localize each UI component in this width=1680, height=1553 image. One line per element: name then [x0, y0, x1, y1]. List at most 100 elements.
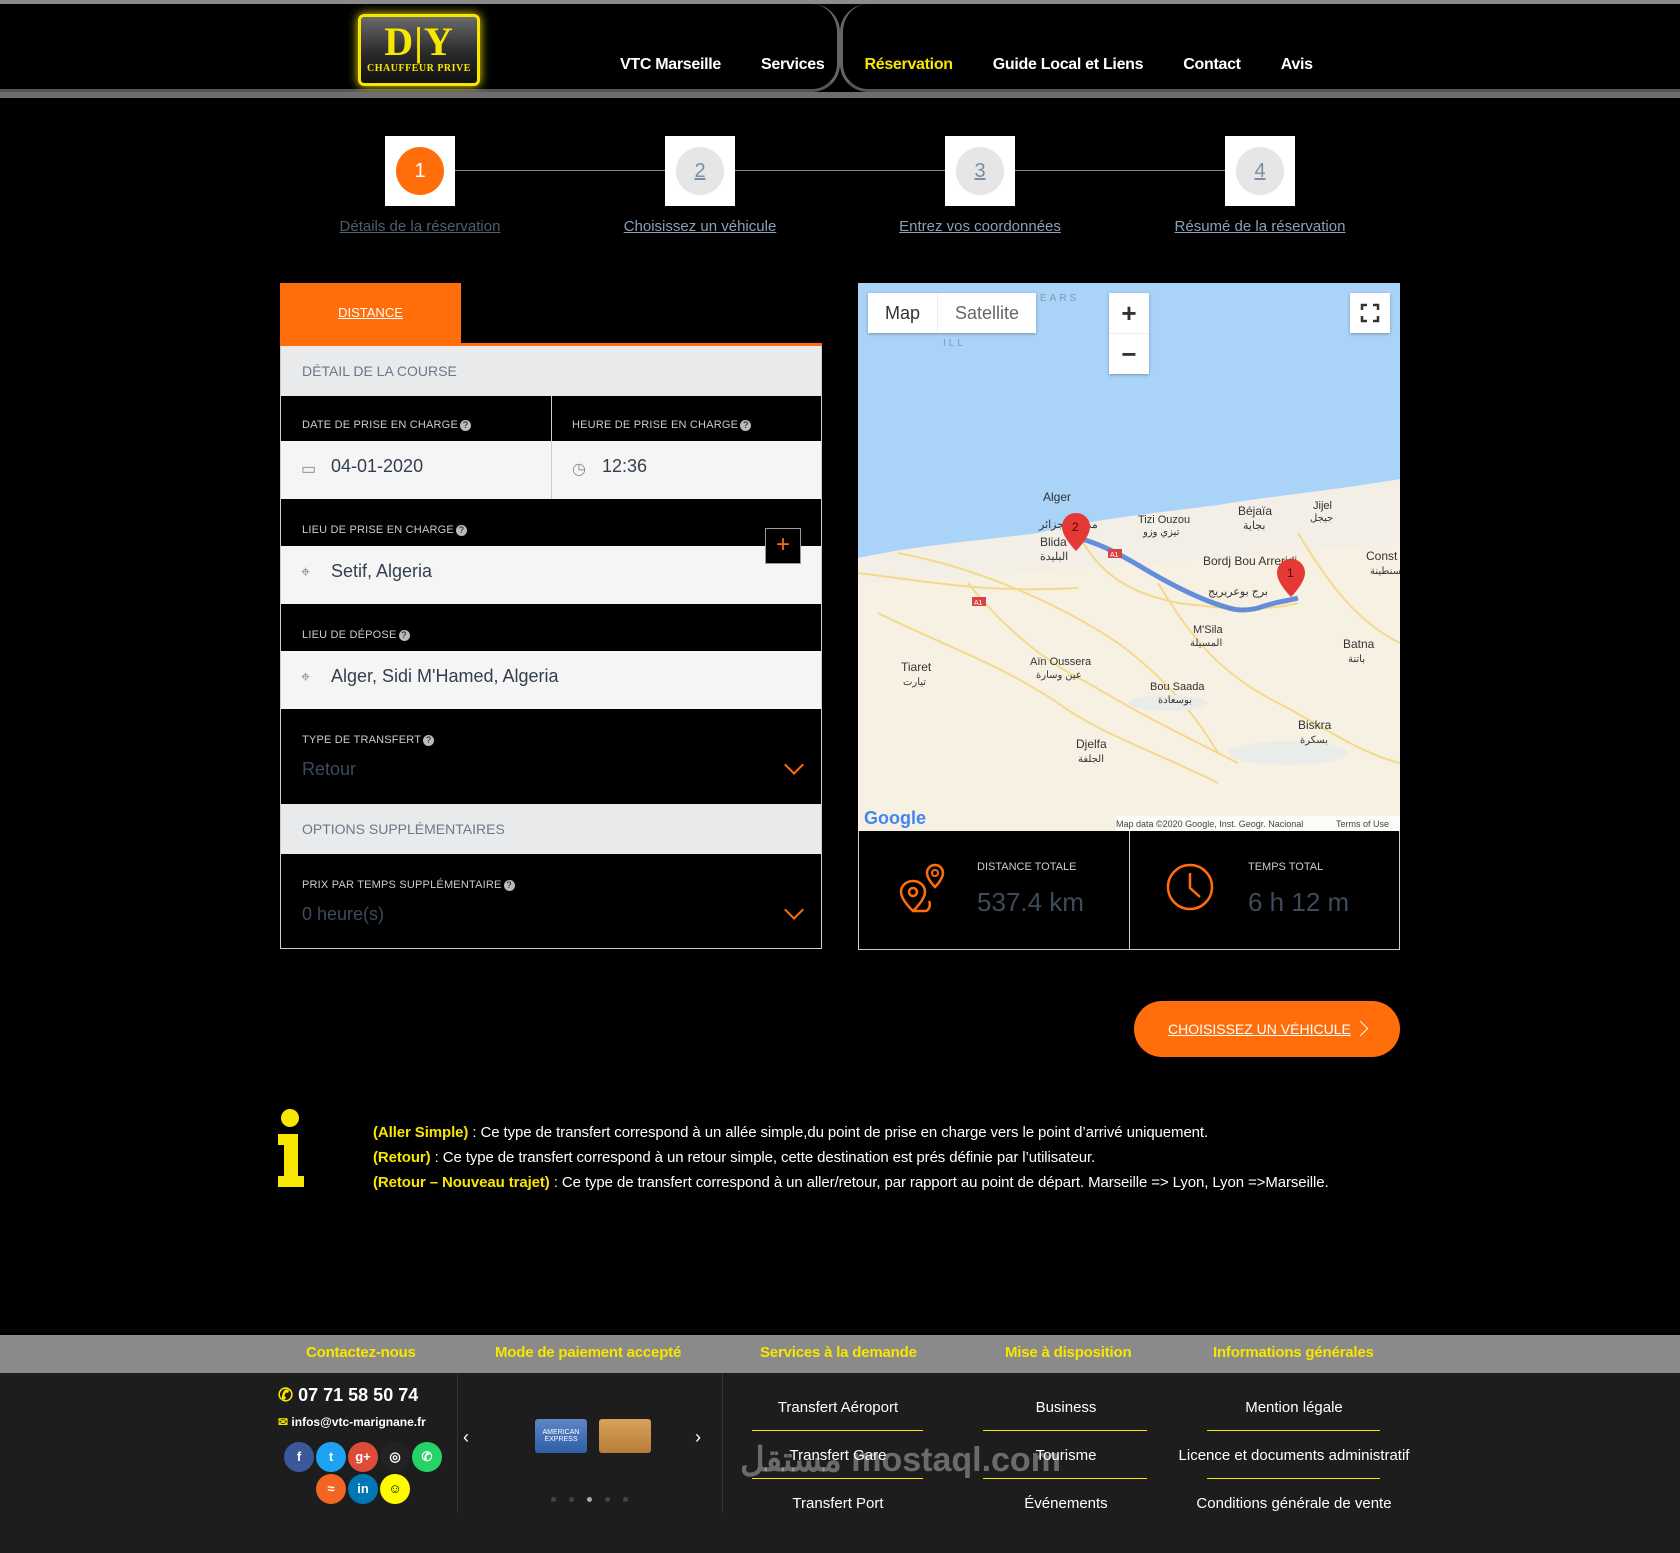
chevron-down-icon[interactable]: [784, 900, 804, 920]
linkedin-icon[interactable]: in: [348, 1474, 378, 1504]
step-label[interactable]: Choisissez un véhicule: [600, 218, 800, 235]
menu-services[interactable]: Services: [761, 56, 825, 74]
steps-connector: [420, 170, 1260, 171]
link-transfert-port[interactable]: Transfert Port: [753, 1495, 923, 1512]
snapchat-icon[interactable]: ☺: [380, 1474, 410, 1504]
map-city-label: Batna: [1343, 637, 1375, 651]
help-icon[interactable]: ?: [398, 630, 410, 641]
route-map[interactable]: Alger مدينة الجزائر Blida البليدة Tizi O…: [858, 283, 1400, 831]
footer-heading-services: Services à la demande: [760, 1344, 917, 1361]
carousel-dot[interactable]: [623, 1497, 628, 1502]
map-city-label: Biskra: [1298, 718, 1332, 732]
link-licence[interactable]: Licence et documents administratif: [1154, 1447, 1434, 1464]
link-mention-legale[interactable]: Mention légale: [1154, 1399, 1434, 1416]
zoom-in-button[interactable]: +: [1109, 293, 1149, 333]
step-number: 4: [1236, 147, 1284, 195]
step-1[interactable]: 1 Détails de la réservation: [320, 136, 520, 235]
map-city-label: Bou Saada: [1150, 681, 1205, 693]
time-label: HEURE DE PRISE EN CHARGE?: [572, 419, 752, 431]
menu-vtc-marseille[interactable]: VTC Marseille: [620, 56, 721, 74]
map-city-label: M'Sila: [1193, 624, 1223, 636]
tab-distance[interactable]: DISTANCE: [280, 283, 461, 343]
watermark: مستقل mostaql.com: [740, 1441, 1061, 1479]
time-value: 12:36: [602, 456, 648, 476]
step-box: 4: [1225, 136, 1295, 206]
section-options-heading: OPTIONS SUPPLÉMENTAIRES: [281, 804, 821, 854]
step-2[interactable]: 2 Choisissez un véhicule: [600, 136, 800, 235]
dropoff-value: Alger, Sidi M'Hamed, Algeria: [331, 666, 559, 686]
map-city-label: Const: [1366, 549, 1398, 563]
carousel-next-icon[interactable]: ›: [695, 1427, 701, 1448]
carousel-dot[interactable]: [569, 1497, 574, 1502]
info-line: (Retour) : Ce type de transfert correspo…: [373, 1145, 1329, 1170]
link-transfert-aeroport[interactable]: Transfert Aéroport: [753, 1399, 923, 1416]
transfer-select[interactable]: Retour: [302, 759, 356, 780]
extra-time-select[interactable]: 0 heure(s): [302, 904, 384, 925]
dropoff-field[interactable]: ⌖ Alger, Sidi M'Hamed, Algeria: [281, 651, 821, 709]
map-type-satellite-button[interactable]: Satellite: [937, 293, 1036, 333]
help-icon[interactable]: ?: [423, 735, 435, 746]
link-business[interactable]: Business: [981, 1399, 1151, 1416]
whatsapp-icon[interactable]: ✆: [412, 1442, 442, 1472]
dropoff-label: LIEU DE DÉPOSE?: [302, 629, 410, 641]
google-logo: Google: [864, 808, 926, 828]
transfer-label-text: TYPE DE TRANSFERT: [302, 734, 422, 746]
step-4[interactable]: 4 Résumé de la réservation: [1160, 136, 1360, 235]
step-label[interactable]: Détails de la réservation: [320, 218, 520, 235]
date-value: 04-01-2020: [331, 456, 424, 476]
carousel-prev-icon[interactable]: ‹: [463, 1427, 469, 1448]
distance-label: DISTANCE TOTALE: [977, 861, 1077, 873]
info-line: (Aller Simple) : Ce type de transfert co…: [373, 1120, 1329, 1145]
time-label: TEMPS TOTAL: [1248, 861, 1324, 873]
menu-reservation[interactable]: Réservation: [864, 56, 953, 74]
chevron-down-icon[interactable]: [784, 755, 804, 775]
footer-phone[interactable]: ✆ 07 71 58 50 74: [278, 1385, 418, 1406]
site-logo[interactable]: D|Y CHAUFFEUR PRIVE: [358, 14, 480, 86]
step-number: 1: [396, 147, 444, 195]
google-plus-icon[interactable]: g+: [348, 1442, 378, 1472]
map-city-label: Jijel: [1313, 500, 1332, 512]
twitter-icon[interactable]: t: [316, 1442, 346, 1472]
carousel-dot-active[interactable]: [587, 1497, 592, 1502]
facebook-icon[interactable]: f: [284, 1442, 314, 1472]
carousel-dot[interactable]: [605, 1497, 610, 1502]
info-text: : Ce type de transfert correspond à un a…: [468, 1124, 1209, 1141]
step-label[interactable]: Résumé de la réservation: [1160, 218, 1360, 235]
link-evenements[interactable]: Événements: [981, 1495, 1151, 1512]
distance-icon: [899, 863, 945, 913]
map-city-label: Tizi Ouzou: [1138, 514, 1190, 526]
help-icon[interactable]: ?: [455, 525, 467, 536]
link-conditions-vente[interactable]: Conditions générale de vente: [1154, 1495, 1434, 1512]
choose-vehicle-button[interactable]: CHOISISSEZ UN VÉHICULE: [1134, 1001, 1400, 1057]
step-label[interactable]: Entrez vos coordonnées: [880, 218, 1080, 235]
help-icon[interactable]: ?: [503, 880, 515, 891]
zoom-out-button[interactable]: −: [1109, 333, 1149, 373]
map-marker-label: 2: [1072, 520, 1079, 534]
instagram-icon[interactable]: ◎: [380, 1442, 410, 1472]
add-stop-button[interactable]: +: [765, 528, 801, 564]
map-city-label: البليدة: [1040, 551, 1068, 563]
menu-guide-local[interactable]: Guide Local et Liens: [993, 56, 1144, 74]
time-field[interactable]: ◷ 12:36: [552, 441, 821, 499]
dropoff-label-text: LIEU DE DÉPOSE: [302, 629, 397, 641]
map-type-map-button[interactable]: Map: [868, 293, 937, 333]
map-city-label: باتنة: [1348, 654, 1365, 665]
menu-avis[interactable]: Avis: [1281, 56, 1313, 74]
link-underline: [1207, 1430, 1380, 1431]
stat-time: TEMPS TOTAL 6 h 12 m: [1130, 831, 1400, 949]
form-panel: DÉTAIL DE LA COURSE DATE DE PRISE EN CHA…: [280, 346, 822, 949]
distance-value: 537.4 km: [977, 887, 1084, 917]
date-field[interactable]: ▭ 04-01-2020: [281, 441, 551, 499]
carousel-dot[interactable]: [551, 1497, 556, 1502]
road-label: A1: [974, 600, 983, 607]
step-3[interactable]: 3 Entrez vos coordonnées: [880, 136, 1080, 235]
info-text: : Ce type de transfert correspond à un a…: [549, 1174, 1329, 1191]
fullscreen-button[interactable]: [1350, 293, 1390, 333]
help-icon[interactable]: ?: [459, 420, 471, 431]
footer-email[interactable]: ✉ infos@vtc-marignane.fr: [278, 1415, 426, 1429]
help-icon[interactable]: ?: [740, 420, 752, 431]
date-label-text: DATE DE PRISE EN CHARGE: [302, 419, 458, 431]
rss-icon[interactable]: ≈: [316, 1474, 346, 1504]
menu-contact[interactable]: Contact: [1183, 56, 1241, 74]
pickup-field[interactable]: ⌖ Setif, Algeria: [281, 546, 821, 604]
